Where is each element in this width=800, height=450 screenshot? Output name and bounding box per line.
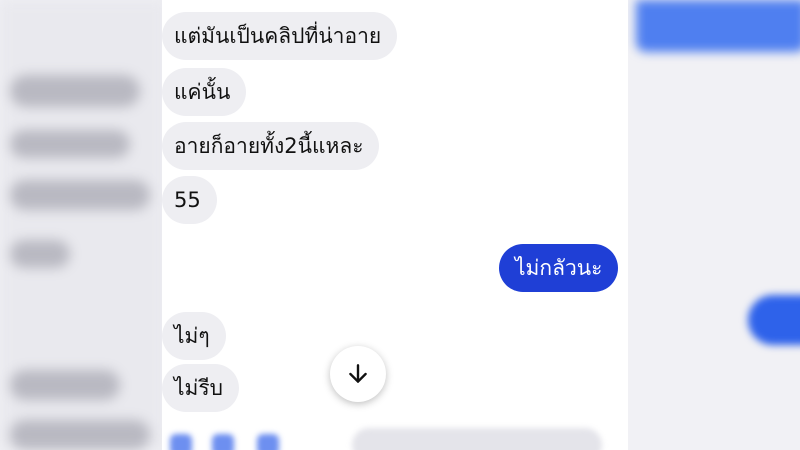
chat-thread[interactable]: แต่มันเป็นคลิปที่น่าอาย แค่นั้น อายก็อาย… bbox=[162, 0, 628, 450]
blurred-conversation-list bbox=[0, 0, 165, 450]
message-bubble-incoming: แค่นั้น bbox=[162, 68, 247, 116]
message-bubble-incoming: แต่มันเป็นคลิปที่น่าอาย bbox=[162, 12, 398, 60]
message-bubble-incoming: ไม่ๆ bbox=[162, 312, 226, 360]
message-bubble-incoming: ไม่รีบ bbox=[162, 364, 240, 412]
message-bubble-incoming: อายก็อายทั้ง2นี้แหละ bbox=[162, 122, 380, 170]
message-bubble-incoming: 55 bbox=[162, 176, 217, 224]
blurred-composer-bar bbox=[162, 420, 628, 450]
blurred-side-panel bbox=[628, 0, 800, 450]
scroll-to-bottom-button[interactable] bbox=[330, 346, 386, 402]
arrow-down-icon bbox=[349, 364, 367, 383]
screenshot-stage: แต่มันเป็นคลิปที่น่าอาย แค่นั้น อายก็อาย… bbox=[0, 0, 800, 450]
message-bubble-outgoing: ไม่กลัวนะ bbox=[499, 244, 619, 292]
